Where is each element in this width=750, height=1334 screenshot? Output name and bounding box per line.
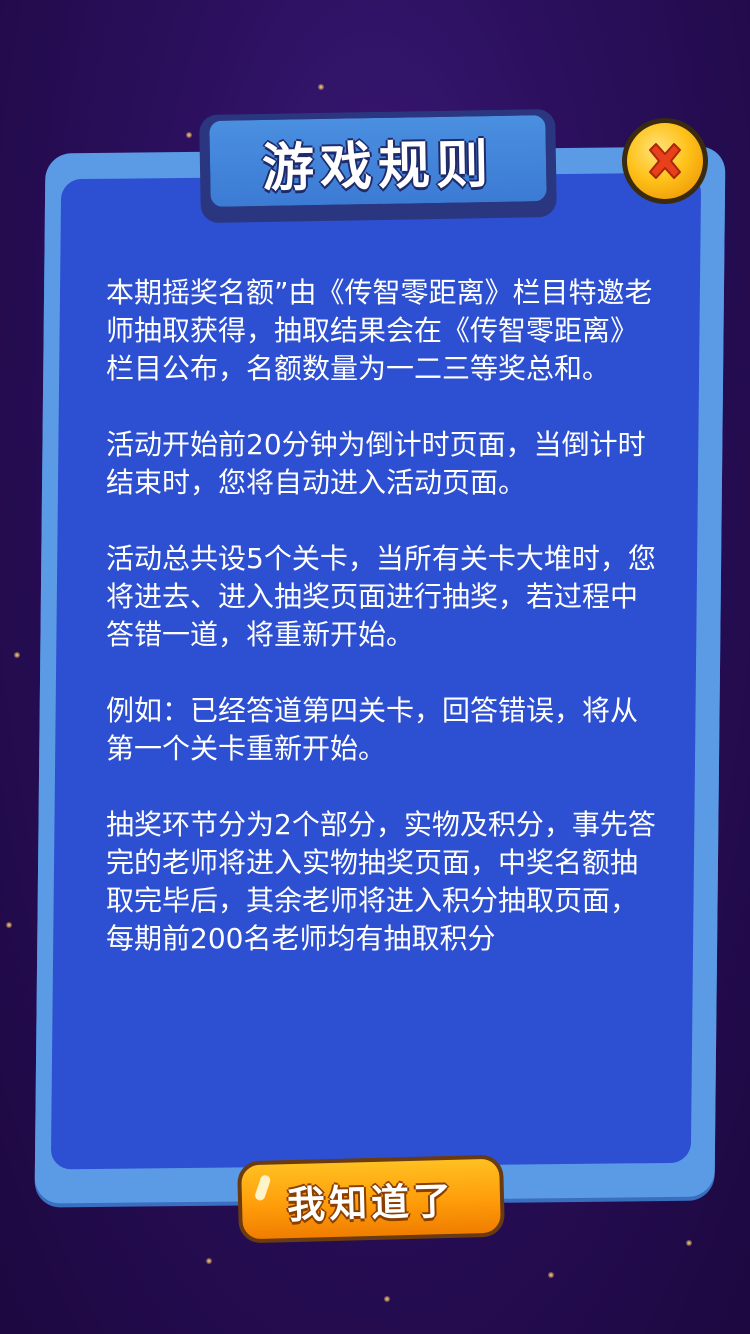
rules-content: 本期摇奖名额”由《传智零距离》栏目特邀老师抽取获得，抽取结果会在《传智零距离》栏… <box>106 274 662 996</box>
confirm-button[interactable]: 我知道了 <box>236 1154 506 1244</box>
title-banner: 游戏规则 <box>205 111 551 211</box>
rules-paragraph: 活动开始前20分钟为倒计时页面，当倒计时结束时，您将自动进入活动页面。 <box>106 428 646 499</box>
close-x-icon <box>649 143 681 179</box>
background-star <box>548 1272 554 1278</box>
background-star <box>686 1240 692 1246</box>
confirm-button-face: 我知道了 <box>241 1158 501 1240</box>
background-star <box>384 1296 390 1302</box>
button-shine <box>253 1173 272 1202</box>
rules-paragraph: 活动总共设5个关卡，当所有关卡大堆时，您将进去、进入抽奖页面进行抽奖，若过程中答… <box>106 542 656 651</box>
close-button[interactable] <box>622 118 708 204</box>
background-star <box>6 922 12 928</box>
confirm-button-label: 我知道了 <box>286 1178 456 1227</box>
rules-paragraph: 例如：已经答道第四关卡，回答错误，将从第一个关卡重新开始。 <box>106 694 639 765</box>
close-button-face <box>627 123 703 199</box>
background-star <box>186 132 192 138</box>
background-star <box>318 84 324 90</box>
background-star <box>14 652 20 658</box>
background-star <box>206 1258 212 1264</box>
dialog-title: 游戏规则 <box>261 134 495 199</box>
rules-paragraph: 本期摇奖名额”由《传智零距离》栏目特邀老师抽取获得，抽取结果会在《传智零距离》栏… <box>106 276 653 385</box>
rules-paragraph: 抽奖环节分为2个部分，实物及积分，事先答完的老师将进入实物抽奖页面，中奖名额抽取… <box>106 808 656 955</box>
